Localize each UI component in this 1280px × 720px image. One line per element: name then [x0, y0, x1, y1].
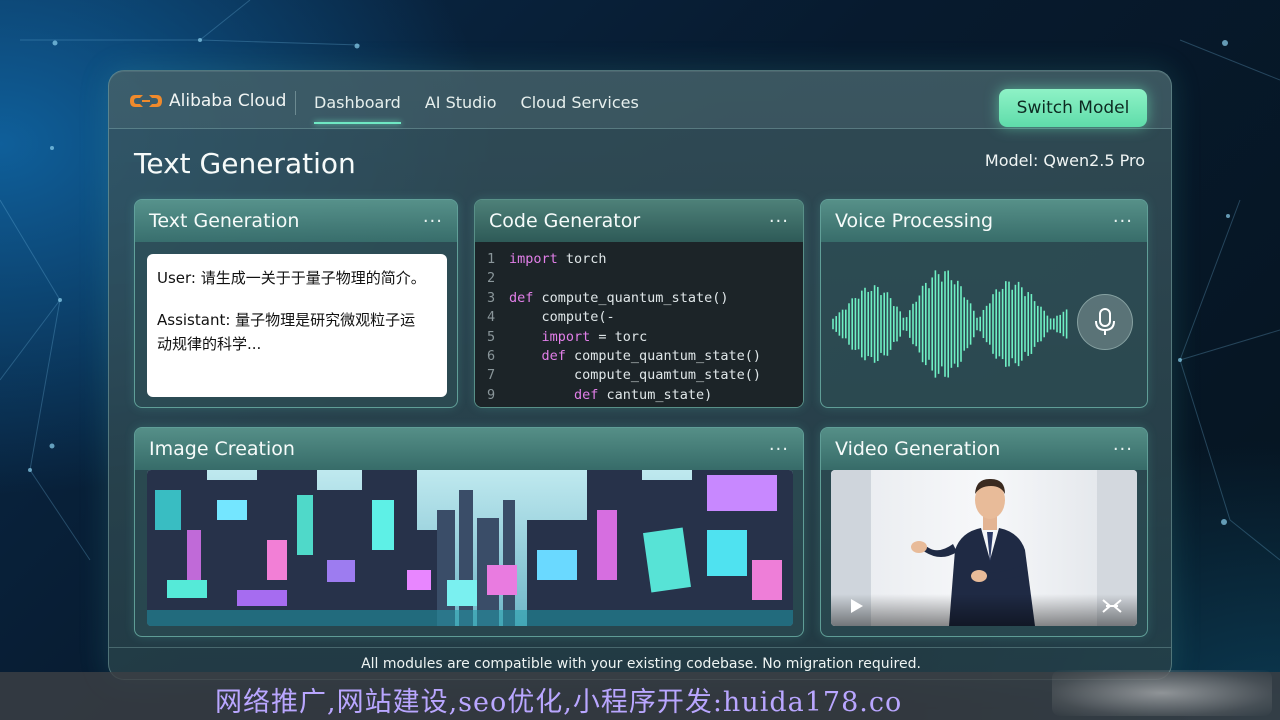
- code-line: 5 import = torc: [487, 328, 803, 347]
- model-label: Model: Qwen2.5 Pro: [984, 151, 1145, 170]
- code-line: 7 compute_quamtum_state(): [487, 366, 803, 385]
- card-title: Code Generator: [489, 210, 641, 232]
- video-player[interactable]: [831, 470, 1137, 626]
- play-icon[interactable]: [849, 598, 865, 614]
- audio-waveform: [832, 270, 1068, 378]
- code-text: torch: [557, 251, 607, 267]
- watermark-text: 网络推广,网站建设,seo优化,小程序开发:huida178.co: [215, 687, 903, 718]
- more-options-icon[interactable]: ···: [769, 211, 789, 232]
- text-generation-card: Text Generation ··· User: 请生成一关于于量子物理的简介…: [134, 199, 458, 408]
- code-keyword: import: [509, 251, 558, 267]
- line-number: 2: [487, 270, 496, 287]
- card-title: Video Generation: [835, 438, 1001, 460]
- voice-processing-card: Voice Processing ···: [820, 199, 1148, 408]
- image-creation-card: Image Creation ···: [134, 427, 804, 637]
- code-keyword: def: [541, 348, 566, 365]
- code-line: 4 compute(-: [487, 308, 803, 327]
- video-generation-card: Video Generation ···: [820, 427, 1148, 637]
- footer-note: All modules are compatible with your exi…: [361, 656, 921, 672]
- card-header: Text Generation ···: [135, 200, 457, 242]
- code-keyword: def: [509, 289, 534, 306]
- chat-output[interactable]: User: 请生成一关于于量子物理的简介。 Assistant: 量子物理是研究…: [147, 254, 447, 397]
- microphone-icon: [1095, 308, 1115, 335]
- brand-name: Alibaba Cloud: [169, 91, 287, 111]
- card-title: Voice Processing: [835, 210, 994, 232]
- card-header: Voice Processing ···: [821, 200, 1147, 242]
- card-header: Code Generator ···: [475, 200, 803, 242]
- main-window: Alibaba Cloud Dashboard AI Studio Cloud …: [108, 70, 1172, 680]
- code-text: compute_quamtum_state(): [574, 367, 761, 384]
- user-message: User: 请生成一关于于量子物理的简介。: [157, 269, 426, 287]
- nav-cloud-services[interactable]: Cloud Services: [521, 93, 639, 124]
- line-number: 3: [487, 289, 496, 306]
- line-number: 9: [487, 386, 496, 403]
- line-number: 4: [487, 309, 496, 326]
- line-number: 5: [487, 328, 496, 345]
- nav-dashboard[interactable]: Dashboard: [314, 93, 401, 124]
- code-text: cantum_state): [598, 386, 713, 403]
- fullscreen-icon[interactable]: [1101, 598, 1123, 614]
- video-controls-bar: [831, 594, 1137, 626]
- cyberpunk-city-image: [147, 470, 793, 626]
- code-text: compute_quantum_state(): [533, 289, 729, 306]
- more-options-icon[interactable]: ···: [423, 211, 443, 232]
- blurred-logo: [1052, 670, 1272, 716]
- nav-ai-studio[interactable]: AI Studio: [425, 93, 497, 124]
- code-generator-card: Code Generator ··· 1 import torch 2 3 def co…: [474, 199, 804, 408]
- line-number: 6: [487, 348, 496, 365]
- code-line: 2: [487, 269, 803, 288]
- line-number: 1: [487, 251, 496, 267]
- more-options-icon[interactable]: ···: [1113, 439, 1133, 460]
- code-text: = torc: [590, 328, 648, 345]
- assistant-message-line-2: 动规律的科学...: [157, 335, 262, 353]
- page-title: Text Generation: [134, 147, 356, 180]
- footer-divider: [109, 647, 1171, 648]
- card-title: Image Creation: [149, 438, 295, 460]
- code-editor[interactable]: 1 import torch 2 3 def compute_quantum_state…: [475, 242, 803, 407]
- code-line: 9 def cantum_state): [487, 386, 803, 405]
- code-text: compute(-: [541, 309, 615, 326]
- code-line: 3 def compute_quantum_state(): [487, 289, 803, 308]
- assistant-message-line-1: Assistant: 量子物理是研究微观粒子运: [157, 311, 416, 329]
- code-keyword: def: [574, 386, 599, 403]
- card-header: Image Creation ···: [135, 428, 803, 470]
- microphone-button[interactable]: [1077, 294, 1133, 350]
- code-line: 6 def compute_quantum_state(): [487, 347, 803, 366]
- card-title: Text Generation: [149, 210, 300, 232]
- alibaba-cloud-logo-icon: [130, 95, 162, 107]
- voice-visualizer: [821, 242, 1147, 407]
- line-number: 7: [487, 367, 496, 384]
- nav-divider: [295, 91, 296, 115]
- code-text: compute_quantum_state(): [565, 348, 761, 365]
- card-header: Video Generation ···: [821, 428, 1147, 470]
- more-options-icon[interactable]: ···: [769, 439, 789, 460]
- generated-image[interactable]: [147, 470, 793, 626]
- more-options-icon[interactable]: ···: [1113, 211, 1133, 232]
- main-nav: Dashboard AI Studio Cloud Services: [314, 93, 639, 124]
- switch-model-button[interactable]: Switch Model: [999, 89, 1147, 127]
- code-keyword: import: [541, 328, 591, 345]
- top-navbar: Alibaba Cloud Dashboard AI Studio Cloud …: [109, 71, 1171, 129]
- brand-logo[interactable]: Alibaba Cloud: [129, 91, 286, 111]
- code-line: 1 import torch: [487, 250, 803, 269]
